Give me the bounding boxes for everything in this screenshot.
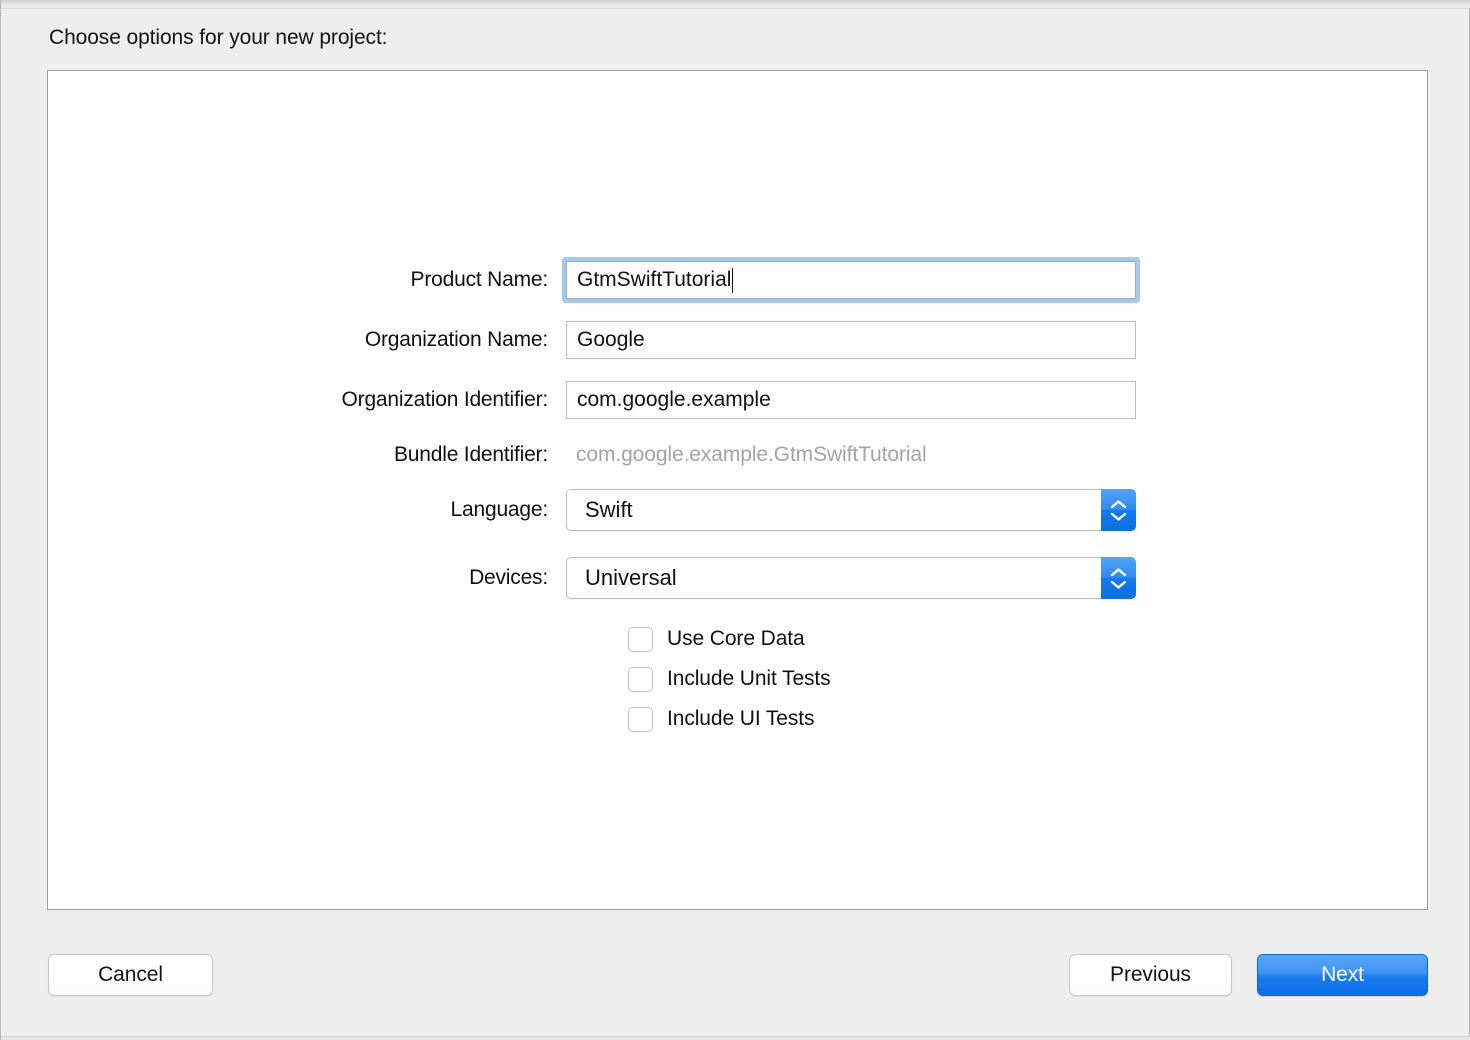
bundle-identifier-value: com.google.example.GtmSwiftTutorial [566,443,927,467]
next-button[interactable]: Next [1257,954,1428,996]
language-label: Language: [48,498,566,522]
form-row-devices: Devices: Universal [48,558,1429,598]
page-title: Choose options for your new project: [49,26,387,50]
previous-button[interactable]: Previous [1069,954,1232,996]
checkbox-box[interactable] [628,667,653,692]
devices-value: Universal [585,565,677,591]
window-bottom-edge [1,1036,1470,1040]
product-name-value: GtmSwiftTutorial [577,268,731,292]
language-value: Swift [585,497,633,523]
new-project-options-window: Choose options for your new project: Pro… [0,0,1470,1040]
form-row-language: Language: Swift [48,490,1429,530]
window-titlebar [1,0,1470,9]
organization-name-value: Google [577,328,645,352]
organization-identifier-label: Organization Identifier: [48,388,566,412]
checkbox-include-unit-tests[interactable]: Include Unit Tests [628,664,831,694]
product-name-label: Product Name: [48,268,566,292]
form-row-product-name: Product Name: GtmSwiftTutorial [48,260,1429,300]
organization-identifier-value: com.google.example [577,388,771,412]
form-row-organization-identifier: Organization Identifier: com.google.exam… [48,380,1429,420]
checkbox-include-ui-tests[interactable]: Include UI Tests [628,704,814,734]
options-panel: Product Name: GtmSwiftTutorial Organizat… [47,70,1428,910]
checkbox-label: Include UI Tests [667,707,814,731]
text-caret [732,268,733,293]
organization-name-input[interactable]: Google [566,321,1136,359]
organization-identifier-input[interactable]: com.google.example [566,381,1136,419]
form-row-bundle-identifier: Bundle Identifier: com.google.example.Gt… [48,435,1429,475]
organization-name-label: Organization Name: [48,328,566,352]
checkbox-use-core-data[interactable]: Use Core Data [628,624,805,654]
language-select[interactable]: Swift [566,489,1136,531]
product-name-input[interactable]: GtmSwiftTutorial [566,261,1136,299]
checkbox-label: Include Unit Tests [667,667,831,691]
checkbox-label: Use Core Data [667,627,805,651]
chevron-up-down-icon[interactable] [1101,489,1136,531]
devices-select[interactable]: Universal [566,557,1136,599]
checkbox-box[interactable] [628,627,653,652]
devices-label: Devices: [48,566,566,590]
chevron-up-down-icon[interactable] [1101,557,1136,599]
bundle-identifier-label: Bundle Identifier: [48,443,566,467]
cancel-button[interactable]: Cancel [48,954,213,996]
checkbox-box[interactable] [628,707,653,732]
form-row-organization-name: Organization Name: Google [48,320,1429,360]
